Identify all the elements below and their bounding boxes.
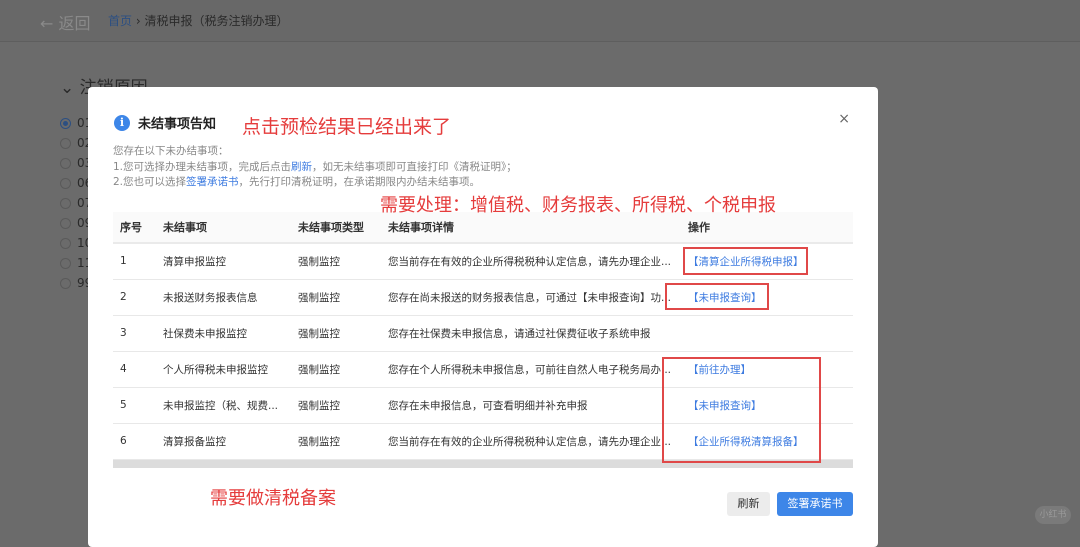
highlight-box — [662, 357, 821, 463]
refresh-button[interactable]: 刷新 — [727, 492, 770, 516]
radio-circle[interactable] — [60, 277, 71, 289]
cell-item: 个人所得税未申报监控 — [163, 351, 298, 388]
sign-link[interactable]: 签署承诺书 — [186, 176, 239, 188]
note2-text: 2.您也可以选择 — [113, 176, 187, 188]
intro-text: 您存在以下未办结事项： — [113, 145, 229, 157]
cell-type: 强制监控 — [298, 315, 388, 352]
breadcrumb-current: 清税申报（税务注销办理） — [144, 14, 289, 28]
col-item: 未结事项 — [163, 212, 298, 244]
cell-item: 清算报备监控 — [163, 423, 298, 460]
col-no: 序号 — [113, 212, 163, 244]
table-row: 3 社保费未申报监控 强制监控 您存在社保费未申报信息，请通过社保费征收子系统申报 — [113, 315, 853, 352]
cell-item: 社保费未申报监控 — [163, 315, 298, 352]
cell-type: 强制监控 — [298, 387, 388, 424]
cell-no: 4 — [113, 351, 163, 388]
cell-no: 6 — [113, 423, 163, 460]
refresh-link[interactable]: 刷新 — [291, 161, 312, 173]
highlight-box — [665, 283, 769, 310]
breadcrumb-home[interactable]: 首页 — [108, 14, 132, 28]
cell-detail: 您存在社保费未申报信息，请通过社保费征收子系统申报 — [388, 315, 688, 352]
note2-text-end: ，先行打印清税证明，在承诺期限内办结未结事项。 — [238, 176, 481, 188]
radio-circle[interactable] — [60, 117, 71, 129]
cell-item: 未报送财务报表信息 — [163, 279, 298, 316]
radio-circle[interactable] — [60, 237, 71, 249]
breadcrumb: 首页 › 清税申报（税务注销办理） — [108, 12, 289, 29]
dialog-title: i 未结事项告知 — [114, 113, 216, 132]
radio-circle[interactable] — [60, 137, 71, 149]
info-icon: i — [114, 114, 130, 131]
note1-text: 1.您可选择办理未结事项，完成后点击 — [113, 160, 292, 173]
annotation-filing: 需要做清税备案 — [210, 488, 336, 509]
col-type: 未结事项类型 — [298, 212, 388, 244]
cell-no: 5 — [113, 387, 163, 424]
radio-circle[interactable] — [60, 177, 71, 189]
cell-item: 清算申报监控 — [163, 243, 298, 280]
cell-detail: 您存在未申报信息，可查看明细并补充申报 — [388, 387, 688, 424]
cell-type: 强制监控 — [298, 423, 388, 460]
annotation-precheck: 点击预检结果已经出来了 — [242, 116, 452, 138]
cell-type: 强制监控 — [298, 351, 388, 388]
back-button[interactable]: ← 返回 — [40, 10, 91, 34]
dialog-title-text: 未结事项告知 — [138, 117, 217, 132]
note1-text-end: ，如无未结事项即可直接打印《清税证明》； — [312, 160, 517, 173]
radio-circle[interactable] — [60, 217, 71, 229]
radio-circle[interactable] — [60, 157, 71, 169]
top-bar: ← 返回 首页 › 清税申报（税务注销办理） — [0, 0, 1080, 42]
cell-no: 1 — [113, 243, 163, 280]
cell-item: 未申报监控（税、规费... — [163, 387, 298, 424]
pending-items-dialog: i 未结事项告知 × 您存在以下未办结事项： 1.您可选择办理未结事项，完成后点击… — [88, 87, 878, 547]
radio-circle[interactable] — [60, 197, 71, 209]
back-label: 返回 — [58, 14, 91, 33]
cell-detail: 您存在尚未报送的财务报表信息，可通过【未申报查询】功... — [388, 279, 688, 316]
cell-no: 3 — [113, 315, 163, 352]
radio-circle[interactable] — [60, 257, 71, 269]
cell-type: 强制监控 — [298, 279, 388, 316]
sign-commitment-button[interactable]: 签署承诺书 — [777, 492, 853, 516]
highlight-box — [683, 247, 808, 275]
cell-detail: 您存在个人所得税未申报信息，可前往自然人电子税务局办... — [388, 351, 688, 388]
watermark-logo: 小红书 — [1035, 506, 1071, 524]
cell-detail: 您当前存在有效的企业所得税税种认定信息，请先办理企业... — [388, 423, 688, 460]
cell-detail: 您当前存在有效的企业所得税税种认定信息，请先办理企业... — [388, 243, 688, 280]
close-icon[interactable]: × — [838, 111, 850, 127]
cell-type: 强制监控 — [298, 243, 388, 280]
dialog-notes: 您存在以下未办结事项： 1.您可选择办理未结事项，完成后点击刷新，如无未结事项即… — [113, 144, 517, 191]
breadcrumb-separator: › — [135, 14, 141, 28]
annotation-to-handle: 需要处理：增值税、财务报表、所得税、个税申报 — [380, 195, 776, 216]
cell-no: 2 — [113, 279, 163, 316]
